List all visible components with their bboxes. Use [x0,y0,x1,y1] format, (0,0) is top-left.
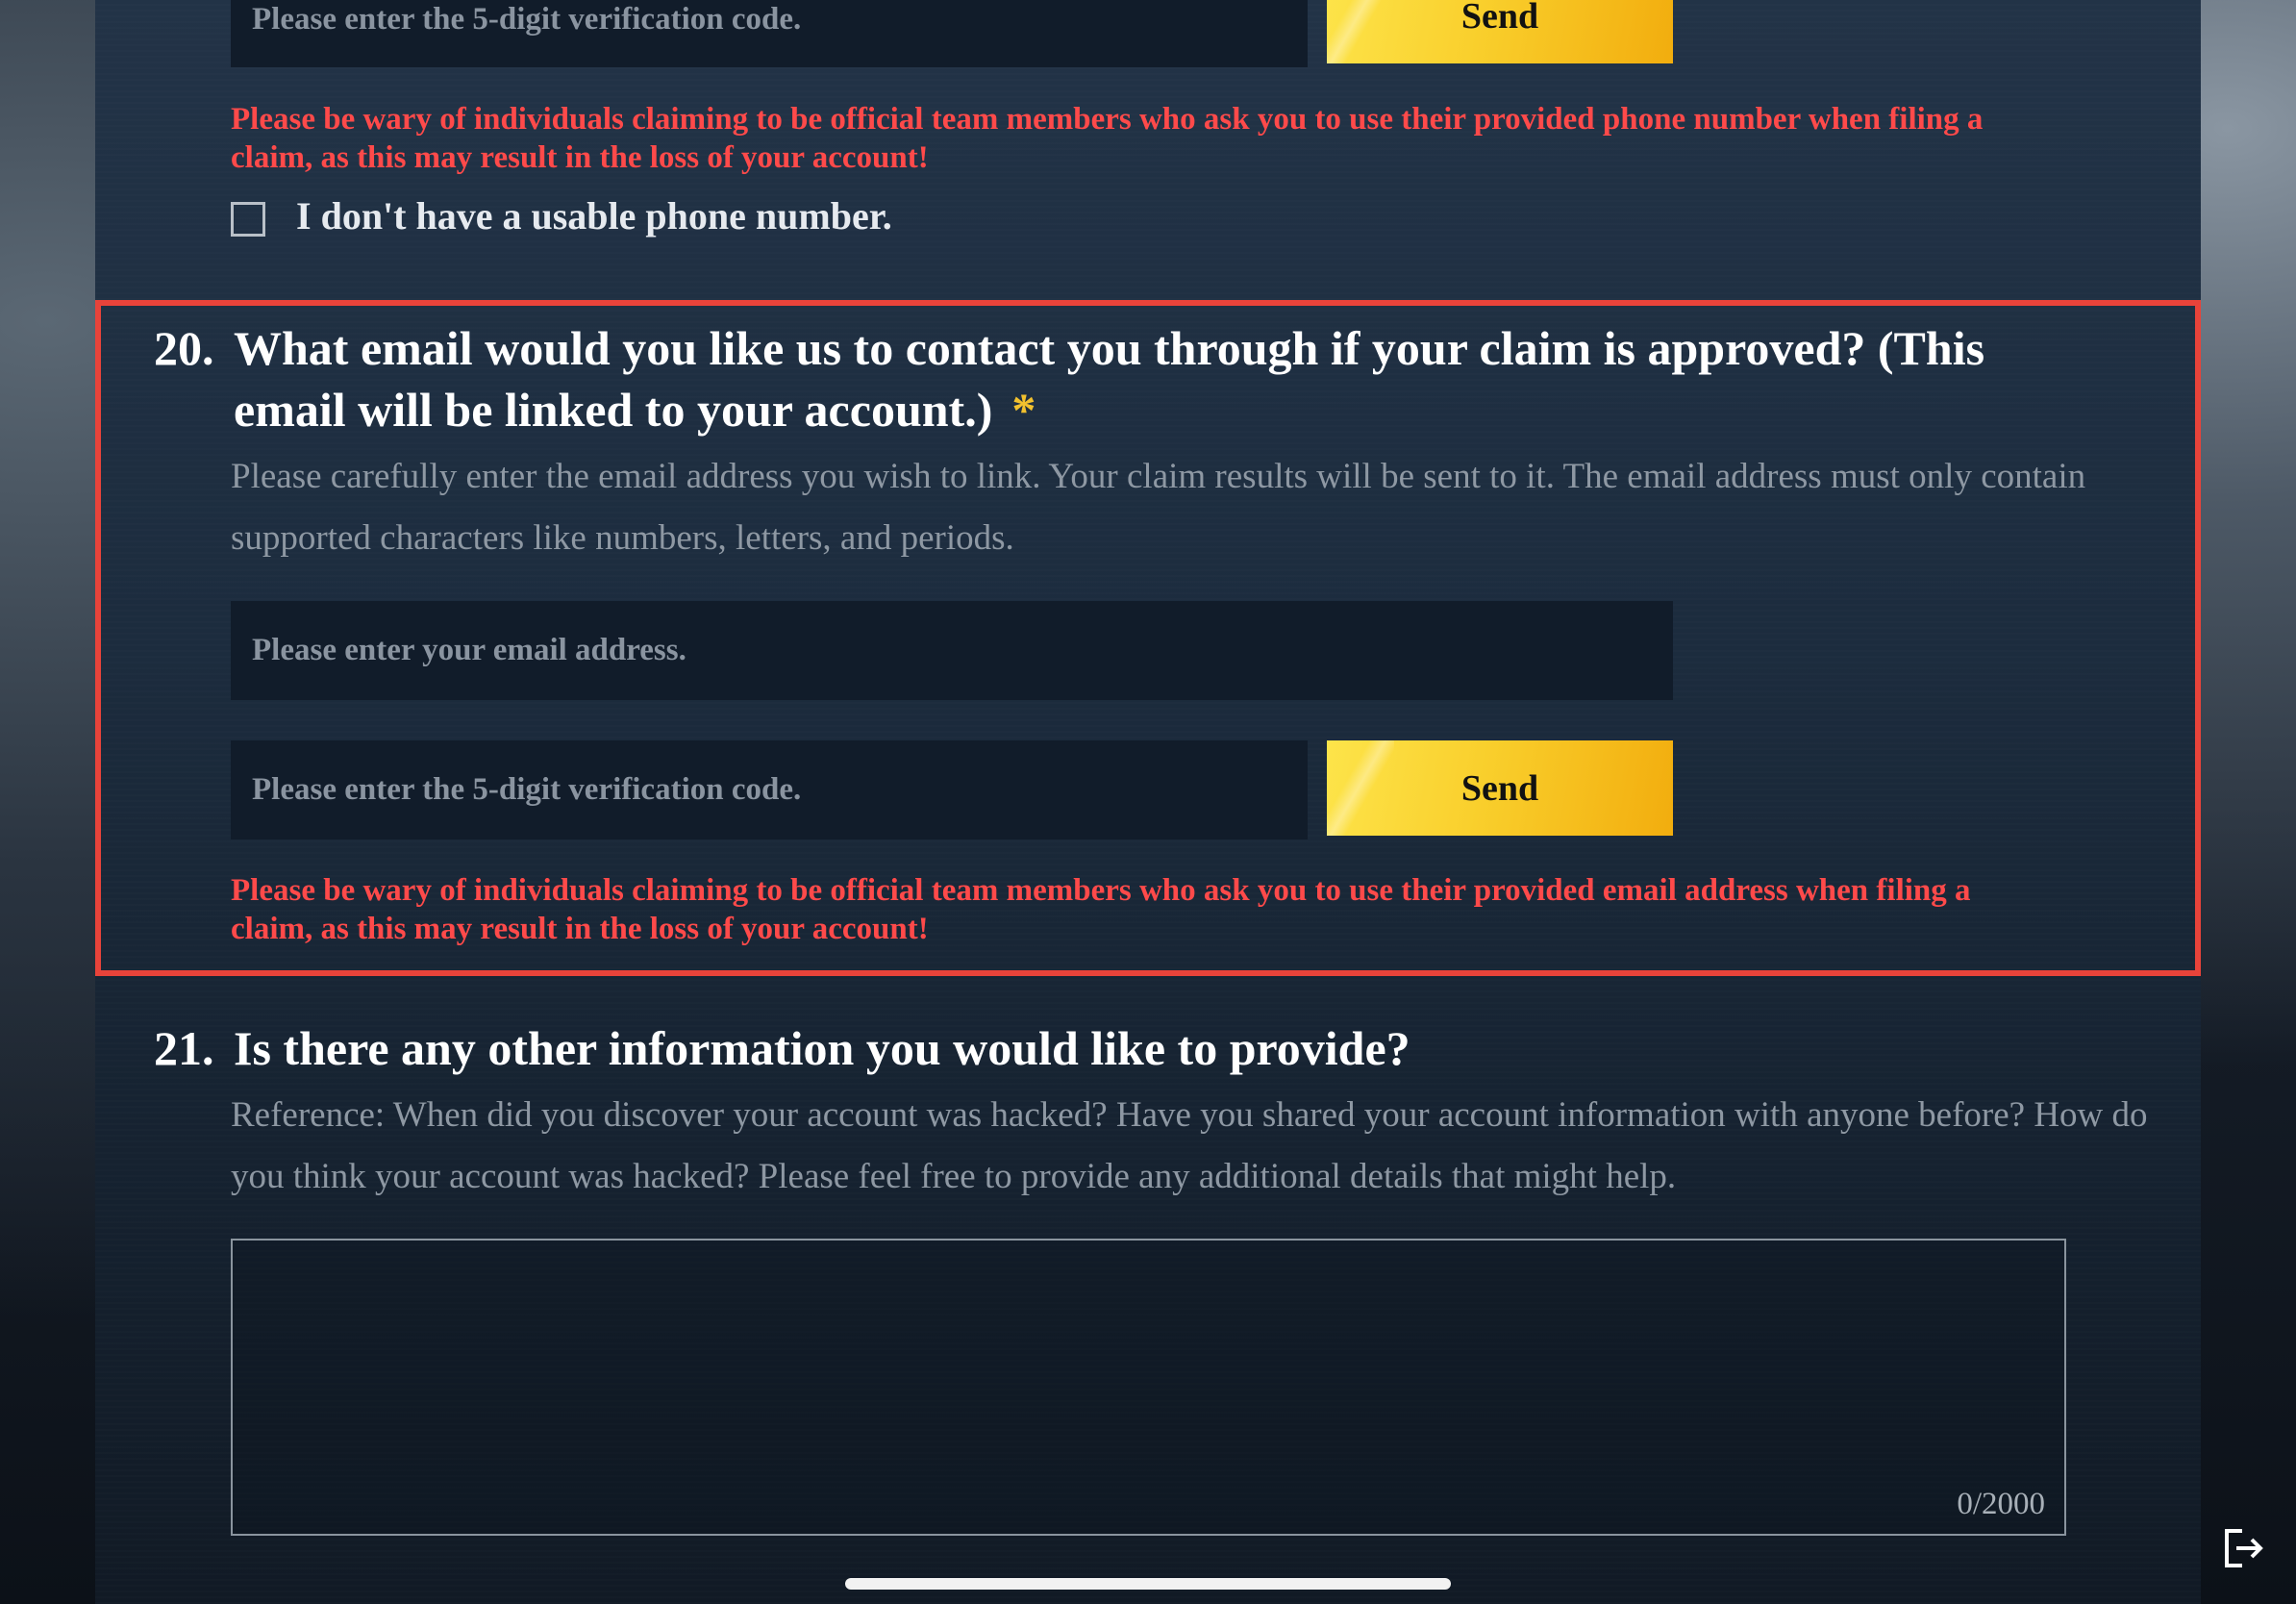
email-send-code-label: Send [1460,767,1539,809]
question-20-title-text: What email would you like us to contact … [234,321,1985,437]
question-21-title: Is there any other information you would… [234,1021,1410,1075]
phone-scam-warning: Please be wary of individuals claiming t… [231,102,1984,175]
character-counter: 0/2000 [1957,1487,2045,1521]
question-20-number: 20. [154,321,214,375]
phone-verification-code-placeholder: Please enter the 5-digit verification co… [252,1,802,37]
email-verification-code-input[interactable]: Please enter the 5-digit verification co… [231,740,1308,840]
question-21-number: 21. [154,1021,214,1075]
email-verification-code-placeholder: Please enter the 5-digit verification co… [252,772,802,807]
exit-icon[interactable] [2221,1527,2267,1569]
email-send-code-button[interactable]: Send [1327,740,1673,836]
no-phone-checkbox[interactable] [231,202,265,237]
email-scam-warning: Please be wary of individuals claiming t… [231,873,1971,946]
question-20-title: What email would you like us to contact … [234,317,2109,440]
home-indicator[interactable] [845,1578,1451,1590]
exit-icon-glyph [2225,1529,2263,1567]
phone-verification-code-input[interactable]: Please enter the 5-digit verification co… [231,0,1308,67]
email-input[interactable]: Please enter your email address. [231,601,1673,700]
required-indicator: * [1011,383,1036,437]
question-21-description: Reference: When did you discover your ac… [231,1095,2148,1196]
no-phone-checkbox-label[interactable]: I don't have a usable phone number. [296,193,892,238]
question-20-description: Please carefully enter the email address… [231,457,2086,558]
additional-info-textarea[interactable]: 0/2000 [231,1239,2066,1536]
email-input-placeholder: Please enter your email address. [252,633,686,667]
phone-send-code-label: Send [1460,0,1539,37]
phone-send-code-button[interactable]: Send [1327,0,1673,63]
